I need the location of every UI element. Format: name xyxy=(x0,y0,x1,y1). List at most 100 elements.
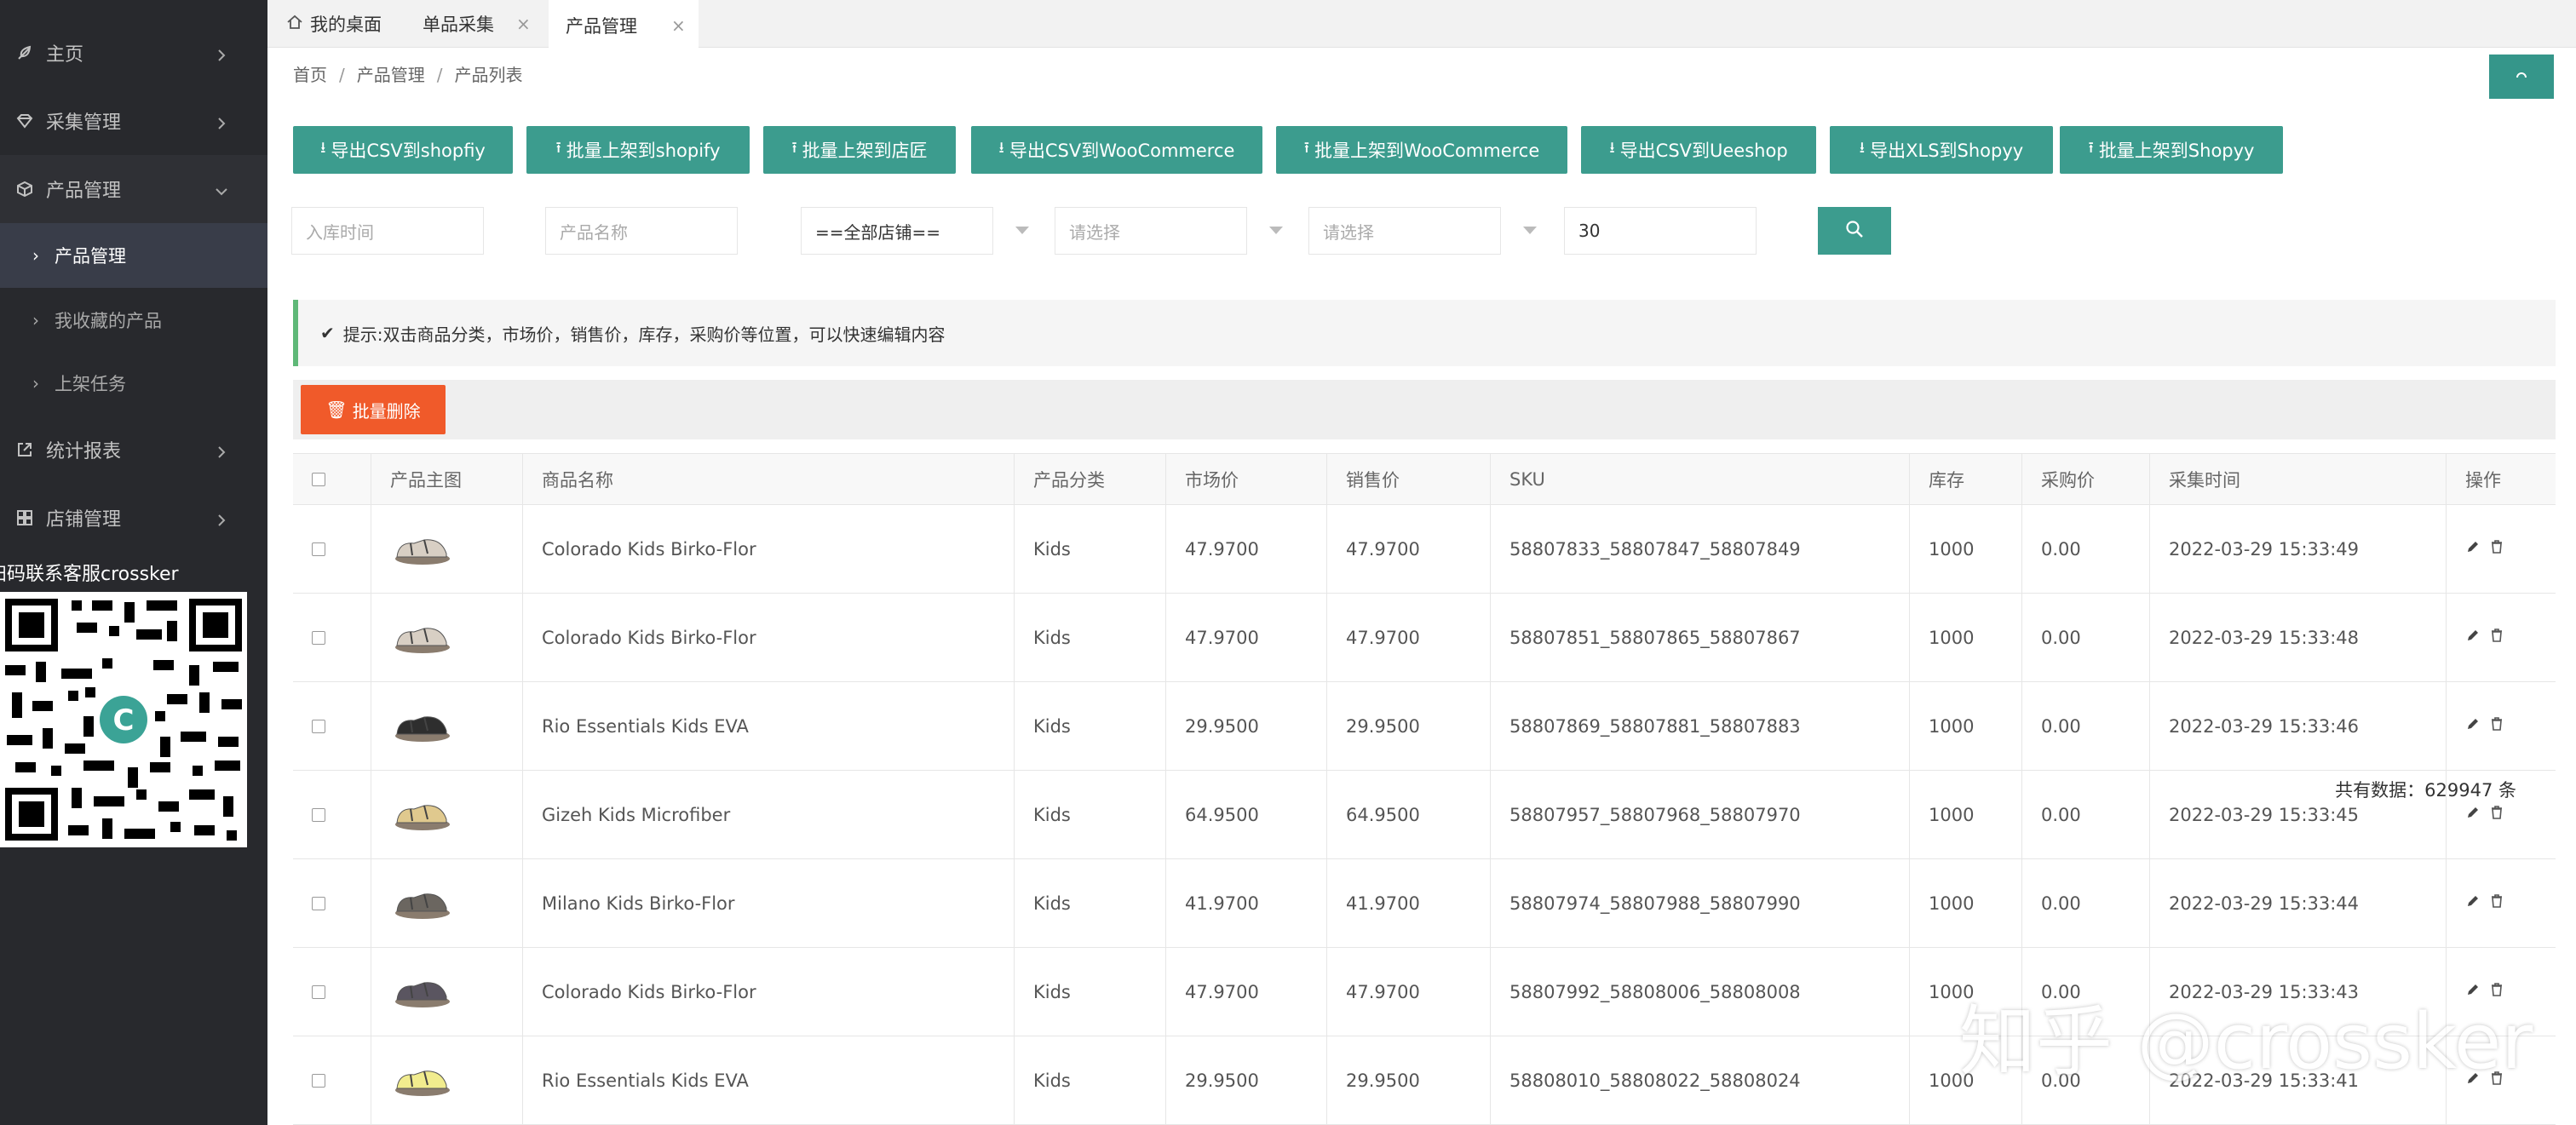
row-checkbox[interactable] xyxy=(312,807,325,822)
search-button[interactable] xyxy=(1818,207,1891,255)
sidebar-item-products[interactable]: 产品管理 xyxy=(0,155,267,223)
table-row[interactable]: Gizeh Kids Microfiber Kids 64.9500 64.9500 5… xyxy=(293,771,2556,859)
cell-cost[interactable]: 0.00 xyxy=(2022,682,2150,770)
upload-icon: ⭱ xyxy=(1303,139,1310,157)
cell-market[interactable]: 41.9700 xyxy=(1166,859,1327,947)
batch-list-woocommerce-button[interactable]: ⭱ 批量上架到WooCommerce xyxy=(1276,126,1567,174)
cell-category[interactable]: Kids xyxy=(1015,1036,1166,1124)
header-select-all[interactable] xyxy=(293,454,371,504)
product-thumbnail[interactable] xyxy=(390,531,451,567)
filter-select-1[interactable]: 请选择 xyxy=(1055,207,1247,255)
tab-single-collection[interactable]: 单品采集 × xyxy=(405,0,543,48)
tab-dashboard[interactable]: 我的桌面 xyxy=(267,0,405,48)
sidebar-item-home[interactable]: 主页 xyxy=(0,19,267,87)
cell-market[interactable]: 64.9500 xyxy=(1166,771,1327,858)
cell-stock[interactable]: 1000 xyxy=(1910,505,2022,593)
cell-cost[interactable]: 0.00 xyxy=(2022,771,2150,858)
upload-icon: ⭱ xyxy=(555,139,561,157)
table-row[interactable]: Milano Kids Birko-Flor Kids 41.9700 41.9700… xyxy=(293,859,2556,948)
export-csv-woocommerce-button[interactable]: ⭳ 导出CSV到WooCommerce xyxy=(971,126,1262,174)
cell-category[interactable]: Kids xyxy=(1015,771,1166,858)
cell-cost[interactable]: 0.00 xyxy=(2022,594,2150,681)
cell-market[interactable]: 47.9700 xyxy=(1166,594,1327,681)
cell-market[interactable]: 47.9700 xyxy=(1166,948,1327,1036)
product-thumbnail[interactable] xyxy=(390,886,451,921)
cell-stock[interactable]: 1000 xyxy=(1910,771,2022,858)
table-row[interactable]: Colorado Kids Birko-Flor Kids 47.9700 47.97… xyxy=(293,505,2556,594)
product-thumbnail[interactable] xyxy=(390,1063,451,1099)
product-thumbnail[interactable] xyxy=(390,620,451,656)
sidebar-subitem-listing-tasks[interactable]: › 上架任务 xyxy=(0,351,267,416)
trash-icon[interactable] xyxy=(2489,805,2504,824)
product-thumbnail[interactable] xyxy=(390,709,451,744)
cell-cost[interactable]: 0.00 xyxy=(2022,505,2150,593)
cell-stock[interactable]: 1000 xyxy=(1910,594,2022,681)
cell-market[interactable]: 47.9700 xyxy=(1166,505,1327,593)
cell-category[interactable]: Kids xyxy=(1015,594,1166,681)
table-row[interactable]: Rio Essentials Kids EVA Kids 29.9500 29.950… xyxy=(293,682,2556,771)
close-icon[interactable]: × xyxy=(516,14,531,34)
close-icon[interactable]: × xyxy=(671,15,686,36)
cell-sale[interactable]: 29.9500 xyxy=(1327,1036,1491,1124)
cell-stock[interactable]: 1000 xyxy=(1910,859,2022,947)
trash-icon[interactable] xyxy=(2489,539,2504,559)
table-row[interactable]: Colorado Kids Birko-Flor Kids 47.9700 47.97… xyxy=(293,594,2556,682)
trash-icon[interactable] xyxy=(2489,716,2504,736)
product-thumbnail[interactable] xyxy=(390,797,451,833)
cell-sale[interactable]: 29.9500 xyxy=(1327,682,1491,770)
breadcrumb: 首页 / 产品管理 / 产品列表 xyxy=(293,65,523,85)
sidebar-subitem-favorites[interactable]: › 我收藏的产品 xyxy=(0,288,267,353)
page-size-input[interactable]: 30 xyxy=(1564,207,1757,255)
batch-delete-button[interactable]: 🗑 批量删除 xyxy=(301,385,446,434)
cell-stock[interactable]: 1000 xyxy=(1910,682,2022,770)
cell-sale[interactable]: 47.9700 xyxy=(1327,948,1491,1036)
cell-sale[interactable]: 41.9700 xyxy=(1327,859,1491,947)
upload-icon: ⭱ xyxy=(791,139,797,157)
cell-cost[interactable]: 0.00 xyxy=(2022,859,2150,947)
cell-category[interactable]: Kids xyxy=(1015,682,1166,770)
breadcrumb-product-management[interactable]: 产品管理 xyxy=(357,65,425,85)
edit-icon[interactable] xyxy=(2465,539,2481,559)
cell-market[interactable]: 29.9500 xyxy=(1166,682,1327,770)
export-xls-shopyy-button[interactable]: ⭳ 导出XLS到Shopyy xyxy=(1830,126,2053,174)
filter-select-2[interactable]: 请选择 xyxy=(1308,207,1501,255)
batch-list-shoplazza-button[interactable]: ⭱ 批量上架到店匠 xyxy=(763,126,956,174)
sidebar-item-stores[interactable]: 店铺管理 xyxy=(0,484,267,552)
row-checkbox[interactable] xyxy=(312,984,325,999)
store-select[interactable]: ==全部店铺== xyxy=(801,207,993,255)
cell-sale[interactable]: 64.9500 xyxy=(1327,771,1491,858)
batch-list-shopyy-button[interactable]: ⭱ 批量上架到Shopyy xyxy=(2060,126,2283,174)
select-all-checkbox[interactable] xyxy=(312,472,325,486)
breadcrumb-home[interactable]: 首页 xyxy=(293,65,327,85)
cell-name: Colorado Kids Birko-Flor xyxy=(523,948,1015,1036)
sidebar-subitem-product-management[interactable]: › 产品管理 xyxy=(0,223,267,288)
edit-icon[interactable] xyxy=(2465,805,2481,824)
cell-category[interactable]: Kids xyxy=(1015,505,1166,593)
edit-icon[interactable] xyxy=(2465,628,2481,647)
row-checkbox[interactable] xyxy=(312,1073,325,1088)
export-csv-ueeshop-button[interactable]: ⭳ 导出CSV到Ueeshop xyxy=(1581,126,1816,174)
refresh-button[interactable] xyxy=(2489,55,2554,99)
row-checkbox[interactable] xyxy=(312,630,325,645)
cell-category[interactable]: Kids xyxy=(1015,948,1166,1036)
edit-icon[interactable] xyxy=(2465,893,2481,913)
row-checkbox[interactable] xyxy=(312,542,325,556)
batch-list-shopify-button[interactable]: ⭱ 批量上架到shopify xyxy=(526,126,750,174)
date-filter-input[interactable]: 入库时间 xyxy=(291,207,484,255)
export-csv-shopify-button[interactable]: ⭳ 导出CSV到shopfiy xyxy=(293,126,513,174)
row-checkbox[interactable] xyxy=(312,719,325,733)
cell-sale[interactable]: 47.9700 xyxy=(1327,594,1491,681)
button-label: 批量上架到Shopyy xyxy=(2098,141,2255,161)
cell-category[interactable]: Kids xyxy=(1015,859,1166,947)
product-thumbnail[interactable] xyxy=(390,974,451,1010)
product-name-input[interactable]: 产品名称 xyxy=(545,207,738,255)
row-checkbox[interactable] xyxy=(312,896,325,910)
edit-icon[interactable] xyxy=(2465,716,2481,736)
trash-icon[interactable] xyxy=(2489,893,2504,913)
sidebar-item-collection[interactable]: 采集管理 xyxy=(0,87,267,155)
sidebar-item-reports[interactable]: 统计报表 xyxy=(0,416,267,484)
trash-icon[interactable] xyxy=(2489,628,2504,647)
cell-market[interactable]: 29.9500 xyxy=(1166,1036,1327,1124)
tab-product-management[interactable]: 产品管理 × xyxy=(549,0,699,48)
cell-sale[interactable]: 47.9700 xyxy=(1327,505,1491,593)
